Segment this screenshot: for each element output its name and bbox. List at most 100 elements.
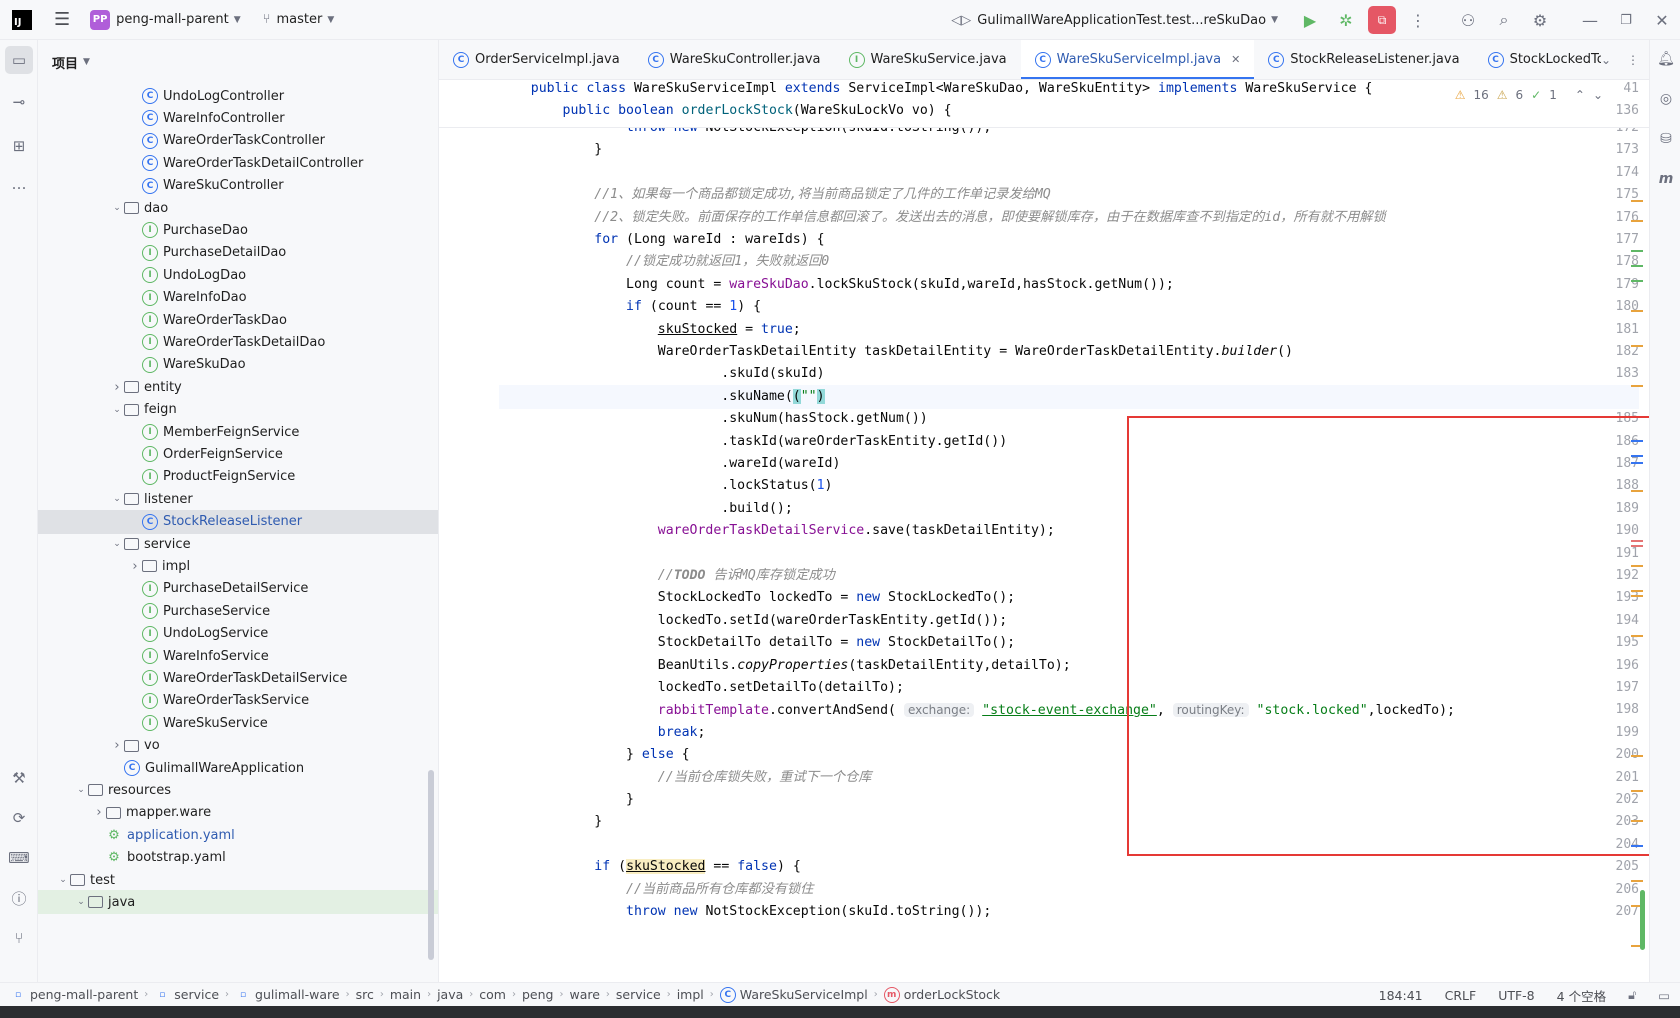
project-tree-item[interactable]: C WareInfoController [38, 106, 438, 130]
code-with-me-icon[interactable]: ⚇ [1450, 0, 1486, 40]
expand-arrow-icon[interactable]: ⌄ [110, 539, 124, 549]
search-icon[interactable]: ⌕ [1486, 0, 1522, 40]
breadcrumb-item[interactable]: com [479, 987, 506, 1002]
collapse-arrow-icon[interactable]: › [128, 559, 142, 574]
project-tree-item[interactable]: I PurchaseService [38, 599, 438, 623]
project-tree-item[interactable]: C UndoLogController [38, 84, 438, 108]
intellij-logo-icon[interactable]: IJ [12, 9, 32, 30]
editor-tab[interactable]: C StockReleaseListener.java [1254, 40, 1473, 79]
expand-arrow-icon[interactable]: ⌄ [56, 875, 70, 885]
project-tree-item[interactable]: I UndoLogService [38, 622, 438, 646]
project-tree-item[interactable]: C WareSkuController [38, 174, 438, 198]
expand-arrow-icon[interactable]: ⌄ [110, 203, 124, 213]
project-tree-item[interactable]: I WareOrderTaskDetailDao [38, 330, 438, 354]
stop-coverage-icon[interactable]: ⧉ [1364, 0, 1400, 40]
breadcrumb-item[interactable]: peng-mall-parent [30, 987, 138, 1002]
main-menu-icon[interactable]: ☰ [48, 0, 76, 40]
settings-gear-icon[interactable]: ⚙ [1522, 0, 1558, 40]
build-hammer-icon[interactable]: ⚒ [5, 764, 33, 792]
project-tree-item[interactable]: › entity [38, 375, 438, 399]
breadcrumb-item[interactable]: gulimall-ware [255, 987, 340, 1002]
breadcrumb-item[interactable]: orderLockStock [904, 987, 1000, 1002]
project-tree-item[interactable]: › impl [38, 554, 438, 578]
more-actions-icon[interactable]: ⋮ [1400, 0, 1436, 40]
ai-assistant-icon[interactable]: ◎ [1653, 86, 1679, 112]
editor-tab[interactable]: C WareSkuController.java [634, 40, 835, 79]
more-tools-icon[interactable]: … [5, 170, 33, 198]
restore-icon[interactable]: ❐ [1608, 0, 1644, 40]
expand-arrow-icon[interactable]: ⌄ [74, 785, 88, 795]
debug-icon[interactable]: ✲ [1328, 0, 1364, 40]
project-tree-item[interactable]: C WareOrderTaskController [38, 129, 438, 153]
breadcrumb-item[interactable]: impl [677, 987, 704, 1002]
services-icon[interactable]: ⟳ [5, 804, 33, 832]
breadcrumb-item[interactable]: main [390, 987, 421, 1002]
indent-setting[interactable]: 4 个空格 [1557, 986, 1606, 1005]
file-encoding[interactable]: UTF-8 [1498, 988, 1534, 1003]
expand-arrow-icon[interactable]: ⌄ [74, 897, 88, 907]
project-tree-item[interactable]: I MemberFeignService [38, 420, 438, 444]
project-scrollbar[interactable] [428, 770, 434, 960]
close-icon[interactable]: ✕ [1644, 0, 1680, 40]
project-tree-item[interactable]: I PurchaseDao [38, 218, 438, 242]
database-icon[interactable]: ⛁ [1653, 126, 1679, 152]
project-tree-item[interactable]: I PurchaseDetailService [38, 577, 438, 601]
breadcrumb-item[interactable]: java [437, 987, 463, 1002]
project-tree-item[interactable]: ⌄ listener [38, 487, 438, 511]
editor-scrollbar-markers[interactable] [1631, 200, 1645, 960]
project-tree-item[interactable]: ⌄ resources [38, 778, 438, 802]
run-config-selector[interactable]: ◁▷ GulimallWareApplicationTest.test...re… [945, 0, 1284, 40]
expand-arrow-icon[interactable]: ⌄ [110, 494, 124, 504]
tabs-more-icon[interactable]: ⋮ [1627, 53, 1639, 67]
collapse-arrow-icon[interactable]: › [110, 380, 124, 395]
project-tree-item[interactable]: › vo [38, 734, 438, 758]
memory-indicator-icon[interactable]: ▭ [1658, 988, 1670, 1003]
breadcrumb-item[interactable]: WareSkuServiceImpl [740, 987, 868, 1002]
chevron-up-icon[interactable]: ⌃ [1575, 88, 1585, 102]
project-tree-item[interactable]: ⌄ java [38, 890, 438, 915]
run-icon[interactable]: ▶ [1292, 0, 1328, 40]
project-panel-header[interactable]: 项目 ▼ [38, 40, 438, 84]
scroll-thumb[interactable] [1640, 890, 1645, 950]
project-tree-item[interactable]: I OrderFeignService [38, 442, 438, 466]
project-tree-item[interactable]: ⌄ service [38, 532, 438, 556]
caret-position[interactable]: 184:41 [1379, 988, 1423, 1003]
project-tree-item[interactable]: › mapper.ware [38, 801, 438, 825]
project-tree-item[interactable]: ⌄ dao [38, 196, 438, 220]
project-tree-item[interactable]: I WareInfoService [38, 644, 438, 668]
editor-tab[interactable]: C WareSkuServiceImpl.java ✕ [1020, 40, 1255, 79]
project-tree-item[interactable]: I PurchaseDetailDao [38, 241, 438, 265]
expand-arrow-icon[interactable]: ⌄ [110, 405, 124, 415]
problems-icon[interactable]: ⓘ [5, 884, 33, 912]
project-tree-item[interactable]: ⌄ feign [38, 398, 438, 422]
project-tree-item[interactable]: C GulimallWareApplication [38, 756, 438, 780]
project-tree-item[interactable]: ⚙ application.yaml [38, 823, 438, 847]
project-tree-item[interactable]: ⌄ test [38, 868, 438, 892]
breadcrumb-item[interactable]: peng [522, 987, 553, 1002]
git-icon[interactable]: ⑂ [5, 924, 33, 952]
chevron-down-icon[interactable]: ⌄ [1593, 88, 1603, 102]
breadcrumb-item[interactable]: ware [569, 987, 599, 1002]
project-tree-item[interactable]: I ProductFeignService [38, 465, 438, 489]
notifications-bell-icon[interactable]: 🔔︎ [1653, 46, 1679, 72]
tabs-dropdown-icon[interactable]: ⌄ [1601, 53, 1611, 67]
project-tree-item[interactable]: C StockReleaseListener [38, 509, 438, 534]
line-separator[interactable]: CRLF [1445, 988, 1477, 1003]
commit-icon[interactable]: ⊸ [5, 88, 33, 116]
minimize-icon[interactable]: — [1572, 0, 1608, 40]
project-tree-item[interactable]: I UndoLogDao [38, 263, 438, 287]
project-tree-item[interactable]: C WareOrderTaskDetailController [38, 151, 438, 175]
breadcrumb-item[interactable]: src [356, 987, 374, 1002]
project-tree-item[interactable]: I WareOrderTaskService [38, 689, 438, 713]
project-tree-item[interactable]: I WareOrderTaskDetailService [38, 666, 438, 690]
project-switcher[interactable]: PP peng-mall-parent ▼ [84, 0, 247, 40]
terminal-icon[interactable]: ⌨ [5, 844, 33, 872]
project-tree-item[interactable]: I WareSkuDao [38, 353, 438, 377]
editor-tab[interactable]: I WareSkuService.java [835, 40, 1021, 79]
close-tab-icon[interactable]: ✕ [1231, 53, 1240, 66]
structure-icon[interactable]: ⊞ [5, 132, 33, 160]
code-editor[interactable]: 41 public class WareSkuServiceImpl exten… [439, 80, 1649, 982]
inspection-widget[interactable]: ⚠ 16 ⚠ 6 ✓ 1 ⌃ ⌄ [1455, 88, 1603, 102]
project-folder-icon[interactable]: ▭ [5, 46, 33, 74]
branch-switcher[interactable]: ⑂ master ▼ [257, 0, 341, 40]
